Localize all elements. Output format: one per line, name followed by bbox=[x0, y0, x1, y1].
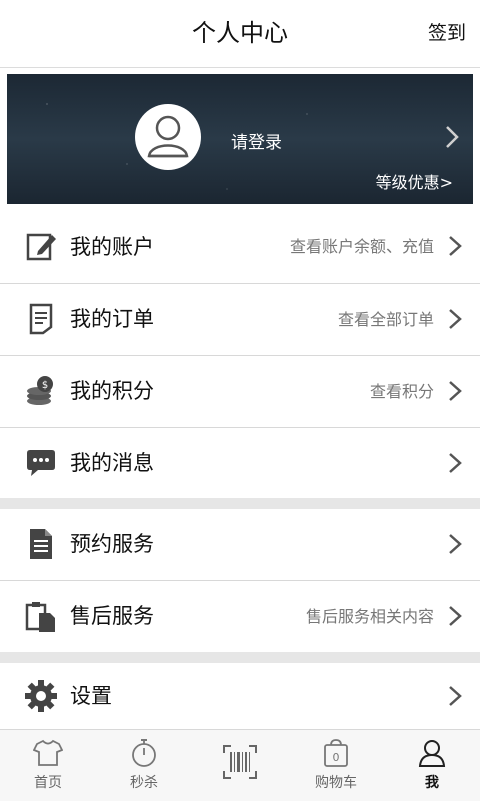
menu-item-my-account[interactable]: 我的账户 查看账户余额、充值 bbox=[0, 211, 480, 284]
document-icon bbox=[29, 303, 53, 335]
chevron-right-icon bbox=[449, 686, 462, 706]
tab-flash-sale[interactable]: 秒杀 bbox=[96, 730, 192, 801]
chevron-right-icon bbox=[449, 236, 462, 256]
stopwatch-icon bbox=[132, 739, 156, 767]
edit-icon bbox=[26, 233, 56, 261]
tab-home[interactable]: 首页 bbox=[0, 730, 96, 801]
svg-text:0: 0 bbox=[333, 751, 340, 764]
avatar[interactable] bbox=[135, 104, 201, 170]
tshirt-icon bbox=[33, 739, 63, 766]
menu-hint: 查看全部订单 bbox=[337, 310, 434, 329]
menu-label: 我的账户 bbox=[70, 235, 154, 259]
gear-icon bbox=[25, 680, 57, 712]
chevron-right-icon bbox=[449, 606, 462, 626]
bottom-tab-bar: 首页 秒杀 0 购物车 我 bbox=[0, 729, 480, 801]
user-silhouette-icon bbox=[147, 115, 189, 158]
tab-shopping-cart[interactable]: 0 购物车 bbox=[288, 730, 384, 801]
section-divider bbox=[0, 498, 480, 509]
menu-item-after-sales-service[interactable]: 售后服务 售后服务相关内容 bbox=[0, 581, 480, 653]
menu-label: 我的积分 bbox=[70, 379, 154, 403]
menu-hint: 查看账户余额、充值 bbox=[289, 237, 434, 256]
menu-label: 我的消息 bbox=[70, 451, 154, 475]
menu-item-my-messages[interactable]: 我的消息 bbox=[0, 428, 480, 500]
tab-label: 购物车 bbox=[315, 775, 357, 791]
chevron-right-icon bbox=[449, 309, 462, 329]
menu-hint: 查看积分 bbox=[369, 382, 434, 401]
tab-label: 秒杀 bbox=[130, 775, 158, 791]
chevron-right-icon bbox=[445, 125, 459, 156]
menu-item-settings[interactable]: 设置 bbox=[0, 663, 480, 729]
signin-button[interactable]: 签到 bbox=[428, 0, 466, 67]
chevron-right-icon bbox=[449, 381, 462, 401]
login-link[interactable]: 请登录 bbox=[231, 128, 282, 153]
level-benefits-link[interactable]: 等级优惠> bbox=[376, 169, 453, 193]
menu-hint: 售后服务相关内容 bbox=[305, 607, 434, 626]
chat-bubble-icon bbox=[27, 450, 55, 476]
menu-label: 预约服务 bbox=[70, 532, 154, 556]
chevron-right-icon bbox=[449, 534, 462, 554]
menu-item-my-orders[interactable]: 我的订单 查看全部订单 bbox=[0, 284, 480, 356]
menu-item-appointment-service[interactable]: 预约服务 bbox=[0, 509, 480, 581]
header: 个人中心 签到 bbox=[0, 0, 480, 68]
menu-label: 设置 bbox=[70, 684, 112, 708]
tab-label: 我 bbox=[425, 775, 439, 791]
svg-text:$: $ bbox=[42, 380, 48, 391]
menu-label: 我的订单 bbox=[70, 307, 154, 331]
coins-icon: $ bbox=[27, 376, 53, 405]
person-icon bbox=[418, 740, 446, 767]
page-title: 个人中心 bbox=[192, 19, 288, 47]
menu-item-my-points[interactable]: $ 我的积分 查看积分 bbox=[0, 356, 480, 428]
tab-scan[interactable] bbox=[192, 730, 288, 801]
clipboard-icon bbox=[25, 602, 55, 632]
section-divider bbox=[0, 652, 480, 663]
tab-me[interactable]: 我 bbox=[384, 730, 480, 801]
cart-bag-icon: 0 bbox=[324, 739, 348, 767]
profile-banner[interactable]: 请登录 等级优惠> bbox=[7, 74, 473, 204]
tab-label: 首页 bbox=[34, 775, 62, 791]
file-icon bbox=[30, 529, 52, 559]
chevron-right-icon bbox=[449, 453, 462, 473]
barcode-scan-icon bbox=[223, 745, 257, 779]
menu-label: 售后服务 bbox=[70, 604, 154, 628]
